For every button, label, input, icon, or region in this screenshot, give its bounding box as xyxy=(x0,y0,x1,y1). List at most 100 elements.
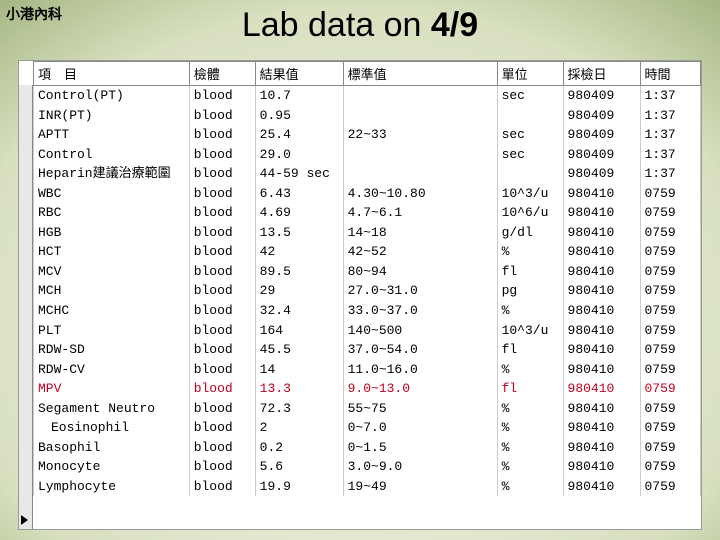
cell-item: PLT xyxy=(34,321,190,341)
table-row[interactable]: INR(PT)blood0.959804091:37 xyxy=(34,106,701,126)
cell-time: 0759 xyxy=(640,340,701,360)
cell-item: Heparin建議治療範圍 xyxy=(34,164,190,184)
th-unit: 單位 xyxy=(497,62,563,86)
cell-time: 0759 xyxy=(640,301,701,321)
cell-unit: sec xyxy=(497,125,563,145)
cell-item: RBC xyxy=(34,203,190,223)
cell-unit xyxy=(497,106,563,126)
cell-specimen: blood xyxy=(189,457,255,477)
cell-unit xyxy=(497,164,563,184)
cell-time: 0759 xyxy=(640,262,701,282)
th-result: 結果值 xyxy=(255,62,343,86)
cell-date: 980410 xyxy=(563,477,640,497)
cell-reference: 140~500 xyxy=(343,321,497,341)
table-row[interactable]: Lymphocyteblood19.919~49%9804100759 xyxy=(34,477,701,497)
cell-result: 0.95 xyxy=(255,106,343,126)
cell-date: 980410 xyxy=(563,418,640,438)
cell-result: 14 xyxy=(255,360,343,380)
table-row[interactable]: MCVblood89.580~94fl9804100759 xyxy=(34,262,701,282)
cell-result: 2 xyxy=(255,418,343,438)
cell-result: 45.5 xyxy=(255,340,343,360)
table-row[interactable]: RDW-CVblood1411.0~16.0%9804100759 xyxy=(34,360,701,380)
table-row[interactable]: PLTblood164140~50010^3/u9804100759 xyxy=(34,321,701,341)
cell-specimen: blood xyxy=(189,106,255,126)
th-reference: 標準值 xyxy=(343,62,497,86)
cell-specimen: blood xyxy=(189,184,255,204)
row-selector-gutter xyxy=(19,85,33,529)
table-row[interactable]: Basophilblood0.20~1.5%9804100759 xyxy=(34,438,701,458)
cell-unit: fl xyxy=(497,262,563,282)
cell-date: 980409 xyxy=(563,145,640,165)
cell-specimen: blood xyxy=(189,321,255,341)
table-row[interactable]: RBCblood4.694.7~6.110^6/u9804100759 xyxy=(34,203,701,223)
cell-unit: % xyxy=(497,360,563,380)
cell-time: 1:37 xyxy=(640,145,701,165)
cell-specimen: blood xyxy=(189,399,255,419)
cell-specimen: blood xyxy=(189,145,255,165)
table-row[interactable]: Eosinophilblood20~7.0%9804100759 xyxy=(34,418,701,438)
cell-date: 980410 xyxy=(563,242,640,262)
cell-specimen: blood xyxy=(189,418,255,438)
cell-result: 29 xyxy=(255,281,343,301)
cell-reference: 4.7~6.1 xyxy=(343,203,497,223)
cell-specimen: blood xyxy=(189,223,255,243)
table-row[interactable]: MPVblood13.39.0~13.0fl9804100759 xyxy=(34,379,701,399)
table-row[interactable]: Segament Neutroblood72.355~75%9804100759 xyxy=(34,399,701,419)
cell-date: 980409 xyxy=(563,125,640,145)
cell-result: 19.9 xyxy=(255,477,343,497)
cell-time: 0759 xyxy=(640,223,701,243)
lab-table: 項 目 檢體 結果值 標準值 單位 採檢日 時間 Control(PT)bloo… xyxy=(33,61,701,496)
table-row[interactable]: HCTblood4242~52%9804100759 xyxy=(34,242,701,262)
cell-specimen: blood xyxy=(189,477,255,497)
table-row[interactable]: Controlblood29.0sec9804091:37 xyxy=(34,145,701,165)
table-row[interactable]: Heparin建議治療範圍blood44-59 sec9804091:37 xyxy=(34,164,701,184)
table-row[interactable]: APTTblood25.422~33sec9804091:37 xyxy=(34,125,701,145)
cell-result: 5.6 xyxy=(255,457,343,477)
table-row[interactable]: RDW-SDblood45.537.0~54.0fl9804100759 xyxy=(34,340,701,360)
cell-specimen: blood xyxy=(189,242,255,262)
cell-time: 0759 xyxy=(640,438,701,458)
cell-time: 0759 xyxy=(640,477,701,497)
table-row[interactable]: MCHblood2927.0~31.0pg9804100759 xyxy=(34,281,701,301)
cell-time: 0759 xyxy=(640,321,701,341)
cell-unit: % xyxy=(497,477,563,497)
cell-specimen: blood xyxy=(189,379,255,399)
cell-item: HGB xyxy=(34,223,190,243)
cell-result: 0.2 xyxy=(255,438,343,458)
table-row[interactable]: Control(PT)blood10.7sec9804091:37 xyxy=(34,86,701,106)
cell-unit: fl xyxy=(497,340,563,360)
cell-time: 0759 xyxy=(640,242,701,262)
cell-item: MCH xyxy=(34,281,190,301)
cell-result: 42 xyxy=(255,242,343,262)
table-row[interactable]: MCHCblood32.433.0~37.0%9804100759 xyxy=(34,301,701,321)
cell-unit: 10^3/u xyxy=(497,184,563,204)
th-item: 項 目 xyxy=(34,62,190,86)
cell-item: RDW-SD xyxy=(34,340,190,360)
cell-specimen: blood xyxy=(189,281,255,301)
cell-specimen: blood xyxy=(189,164,255,184)
cell-item: Basophil xyxy=(34,438,190,458)
cell-specimen: blood xyxy=(189,438,255,458)
cell-reference: 42~52 xyxy=(343,242,497,262)
cell-time: 0759 xyxy=(640,418,701,438)
cell-reference: 27.0~31.0 xyxy=(343,281,497,301)
table-row[interactable]: Monocyteblood5.63.0~9.0%9804100759 xyxy=(34,457,701,477)
table-row[interactable]: HGBblood13.514~18g/dl9804100759 xyxy=(34,223,701,243)
table-row[interactable]: WBCblood6.434.30~10.8010^3/u9804100759 xyxy=(34,184,701,204)
cell-unit: % xyxy=(497,438,563,458)
cell-time: 0759 xyxy=(640,360,701,380)
cell-date: 980410 xyxy=(563,262,640,282)
cell-reference: 11.0~16.0 xyxy=(343,360,497,380)
cell-unit: sec xyxy=(497,86,563,106)
cell-date: 980410 xyxy=(563,281,640,301)
cell-date: 980410 xyxy=(563,399,640,419)
cell-item: Monocyte xyxy=(34,457,190,477)
cell-result: 10.7 xyxy=(255,86,343,106)
cell-time: 1:37 xyxy=(640,86,701,106)
cell-date: 980409 xyxy=(563,86,640,106)
cell-item: Segament Neutro xyxy=(34,399,190,419)
lab-table-container: 項 目 檢體 結果值 標準值 單位 採檢日 時間 Control(PT)bloo… xyxy=(18,60,702,530)
cell-date: 980410 xyxy=(563,184,640,204)
cell-time: 0759 xyxy=(640,379,701,399)
cell-time: 1:37 xyxy=(640,125,701,145)
